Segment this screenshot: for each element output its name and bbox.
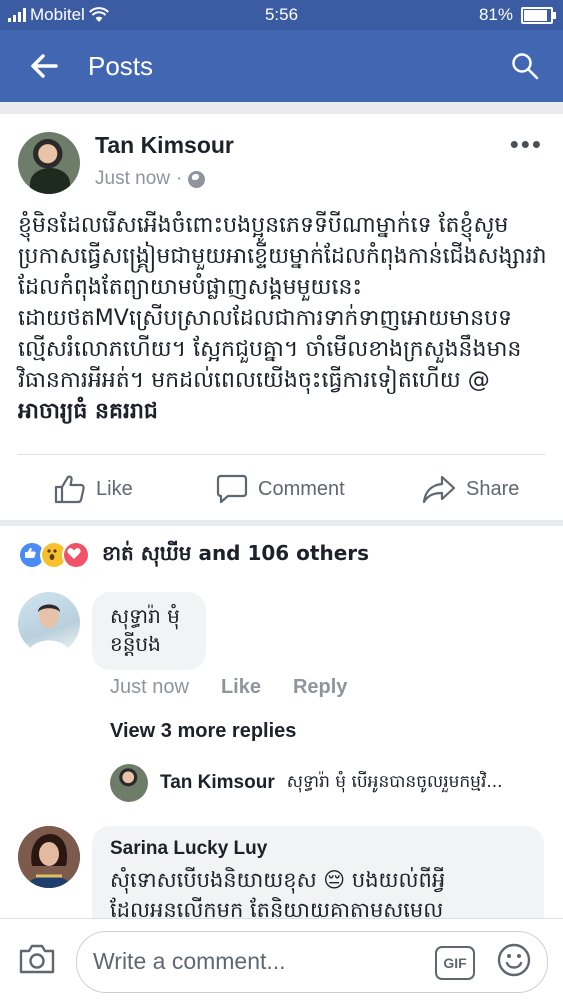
comment-text-line2: ខន្តីបង <box>110 632 161 656</box>
back-arrow-icon[interactable] <box>28 50 60 82</box>
meta-separator: · <box>175 168 183 189</box>
page-title: Posts <box>88 51 154 81</box>
gif-button[interactable]: GIF <box>435 946 475 980</box>
view-more-replies-link[interactable]: View 3 more replies <box>110 720 296 743</box>
reply-author: Tan Kimsour <box>160 772 275 793</box>
commenter-name[interactable]: Sarina Lucky Luy <box>110 838 267 860</box>
comment-bubble: សុទ្ធារ៉ា មុំ ខន្តីបង <box>92 592 206 670</box>
battery-percent: 81% <box>478 5 513 24</box>
post-body: ខ្ញុំមិនដែលរើសអើងចំពោះបងប្អូនភេទទីបីណាម្… <box>18 210 548 427</box>
reply-text: សុទ្ធារ៉ា មុំ បើអូនបានចូលរួមកម្មវិ... <box>286 771 503 792</box>
comment-composer: Write a comment... GIF <box>0 918 563 1001</box>
reply-preview[interactable]: Tan Kimsour សុទ្ធារ៉ា មុំ បើអូនបានចូលរួម… <box>110 764 550 802</box>
author-avatar[interactable] <box>18 132 80 194</box>
commenter-avatar[interactable] <box>18 592 80 654</box>
commenter-avatar[interactable] <box>18 826 80 888</box>
comment-reply-button[interactable]: Reply <box>293 676 347 699</box>
comment-like-button[interactable]: Like <box>221 676 261 699</box>
mention-link[interactable]: អាចារ្យធំ នគររាជ <box>18 399 158 424</box>
share-button[interactable]: Share <box>422 474 519 504</box>
post-timestamp[interactable]: Just now <box>95 168 170 190</box>
post-card: Tan Kimsour Just now · ••• ខ្ញុំមិនដែលរើ… <box>0 114 563 520</box>
share-label: Share <box>466 477 520 500</box>
feed-separator <box>0 102 563 114</box>
battery-status: 81% <box>478 5 556 25</box>
comment-label: Comment <box>258 477 345 500</box>
comment-input[interactable]: Write a comment... GIF <box>76 931 548 993</box>
section-separator <box>0 520 563 526</box>
reply-avatar <box>110 764 148 802</box>
comment-text-line1: សុំទោសបើបងនិយាយខុស 😔 បងយល់ពីអ្វី <box>110 868 446 892</box>
public-globe-icon <box>188 170 206 188</box>
battery-icon <box>521 6 556 24</box>
like-label: Like <box>96 477 133 500</box>
app-bar: Posts <box>0 30 563 102</box>
status-bar: Mobitel 5:56 81% <box>0 0 563 30</box>
author-name[interactable]: Tan Kimsour <box>95 132 234 159</box>
more-options-icon[interactable]: ••• <box>510 131 543 157</box>
comment-text-line1: សុទ្ធារ៉ា មុំ <box>110 604 180 628</box>
thumbs-up-icon <box>54 475 85 504</box>
emoji-icon[interactable] <box>497 943 531 977</box>
comment-icon <box>216 474 248 504</box>
comment-time: Just now <box>110 676 189 698</box>
reactions-summary[interactable]: ខាត់ សុឃីម and 106 others <box>18 540 369 570</box>
reactions-text: ខាត់ សុឃីម and 106 others <box>102 541 370 565</box>
comment-meta: Just now Like Reply <box>110 676 347 699</box>
comment-placeholder: Write a comment... <box>93 948 286 974</box>
share-arrow-icon <box>422 475 456 504</box>
camera-icon[interactable] <box>18 943 56 975</box>
like-button[interactable]: Like <box>54 474 133 504</box>
divider <box>18 454 545 455</box>
love-reaction-icon <box>62 541 90 569</box>
post-actions: Like Comment Share <box>0 464 563 512</box>
comment-button[interactable]: Comment <box>216 474 345 504</box>
search-icon[interactable] <box>511 52 539 80</box>
post-text: ខ្ញុំមិនដែលរើសអើងចំពោះបងប្អូនភេទទីបីណាម្… <box>18 213 547 393</box>
post-meta: Just now · <box>95 168 206 190</box>
